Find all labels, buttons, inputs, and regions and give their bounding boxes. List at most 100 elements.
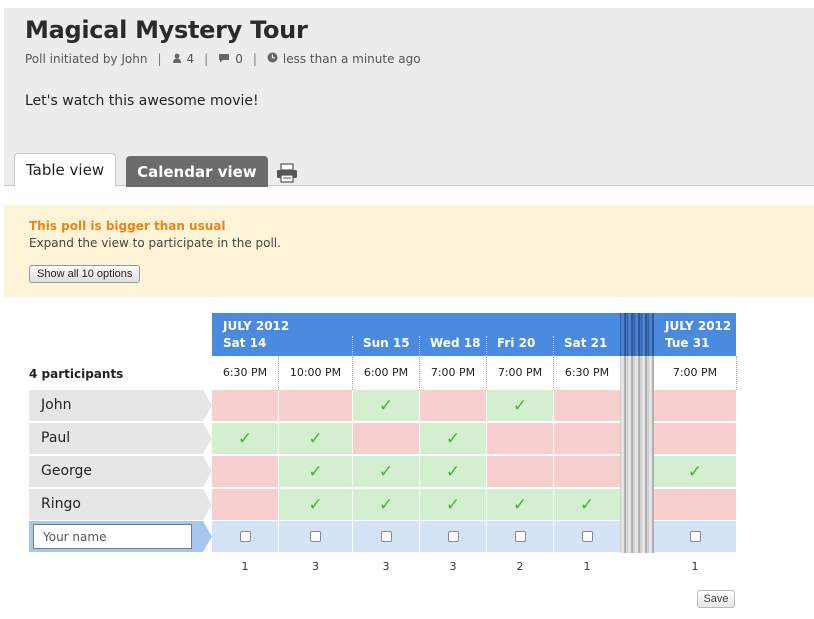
size-notice: This poll is bigger than usual Expand th… (4, 205, 814, 297)
time-label: 7:00 PM (487, 356, 553, 390)
vote-yes-cell: ✓ (353, 390, 419, 421)
checkmark-icon: ✓ (378, 494, 394, 515)
checkmark-icon: ✓ (512, 494, 528, 515)
print-icon[interactable] (276, 163, 298, 183)
date-header-last: JULY 2012 Tue 31 (654, 313, 736, 356)
vote-no-cell (487, 456, 553, 487)
vote-no-cell (279, 390, 352, 421)
time-label: 6:30 PM (212, 356, 278, 390)
time-label: 7:00 PM (654, 356, 736, 390)
vote-yes-cell: ✓ (554, 489, 620, 520)
checkmark-icon: ✓ (308, 494, 323, 515)
notice-title: This poll is bigger than usual (29, 219, 226, 233)
collapsed-columns-header (620, 313, 654, 356)
participants-count-label: 4 participants (29, 367, 124, 381)
vote-no-cell (654, 423, 736, 454)
checkmark-icon: ✓ (308, 428, 323, 449)
vote-no-cell (554, 456, 620, 487)
checkmark-icon: ✓ (237, 428, 253, 449)
tab-table-view[interactable]: Table view (14, 153, 117, 187)
vote-option-cell (279, 521, 352, 552)
date-label: Sun 15 (363, 336, 410, 350)
comment-icon (218, 53, 230, 66)
vote-checkbox[interactable] (380, 531, 392, 542)
vote-no-cell (554, 423, 620, 454)
vote-yes-cell: ✓ (487, 390, 553, 421)
vote-no-cell (487, 423, 553, 454)
vote-checkbox[interactable] (239, 531, 251, 542)
vote-option-cell (420, 521, 486, 552)
save-button[interactable]: Save (697, 590, 735, 608)
date-label: Sat 14 (223, 336, 267, 350)
comment-count: 0 (235, 52, 243, 66)
notice-text: Expand the view to participate in the po… (29, 236, 281, 250)
time-label: 6:00 PM (353, 356, 419, 390)
vote-yes-cell: ✓ (353, 489, 419, 520)
vote-no-cell (212, 456, 278, 487)
vote-checkbox[interactable] (310, 531, 321, 542)
vote-yes-cell: ✓ (420, 456, 486, 487)
vote-count: 1 (241, 560, 249, 573)
participant-name: John (29, 390, 212, 421)
vote-no-cell (212, 489, 278, 520)
vote-no-cell (212, 390, 278, 421)
vote-count: 2 (516, 560, 524, 573)
checkmark-icon: ✓ (308, 461, 323, 482)
date-label: Tue 31 (665, 336, 710, 350)
your-name-input[interactable] (33, 524, 192, 549)
participant-name: Paul (29, 423, 212, 454)
time-ago: less than a minute ago (282, 52, 421, 66)
vote-option-cell (353, 521, 419, 552)
checkmark-icon: ✓ (579, 494, 595, 515)
checkmark-icon: ✓ (512, 395, 528, 416)
poll-description: Let's watch this awesome movie! (25, 93, 259, 109)
month-label: JULY 2012 (665, 319, 732, 333)
checkmark-icon: ✓ (687, 461, 703, 482)
vote-yes-cell: ✓ (279, 489, 352, 520)
view-tabs: Table view Calendar view (14, 153, 298, 187)
date-label: Wed 18 (430, 336, 481, 350)
vote-yes-cell: ✓ (654, 456, 736, 487)
participant-count: 4 (186, 52, 195, 66)
vote-yes-cell: ✓ (279, 456, 352, 487)
vote-yes-cell: ✓ (353, 456, 419, 487)
checkmark-icon: ✓ (445, 494, 461, 515)
vote-option-cell (654, 521, 736, 552)
vote-yes-cell: ✓ (420, 423, 486, 454)
date-header-main: JULY 2012 Sat 14 Sun 15 Wed 18 Fri 20 Sa… (212, 313, 620, 356)
participant-name: Ringo (29, 489, 212, 520)
checkmark-icon: ✓ (445, 428, 461, 449)
vote-count: 1 (691, 560, 699, 573)
vote-count: 1 (583, 560, 591, 573)
poll-title: Magical Mystery Tour (25, 16, 308, 44)
vote-checkbox[interactable] (689, 531, 701, 542)
checkmark-icon: ✓ (445, 461, 461, 482)
vote-yes-cell: ✓ (212, 423, 278, 454)
vote-checkbox[interactable] (581, 531, 593, 542)
show-all-options-button[interactable]: Show all 10 options (29, 265, 141, 283)
vote-option-cell (554, 521, 620, 552)
vote-yes-cell: ✓ (487, 489, 553, 520)
vote-count: 3 (449, 560, 457, 573)
vote-yes-cell: ✓ (420, 489, 486, 520)
vote-no-cell (654, 489, 736, 520)
collapsed-columns[interactable] (620, 356, 654, 553)
time-label: 6:30 PM (554, 356, 620, 390)
month-label: JULY 2012 (223, 319, 290, 333)
vote-option-cell (487, 521, 553, 552)
vote-no-cell (353, 423, 419, 454)
vote-count: 3 (312, 560, 319, 573)
checkmark-icon: ✓ (378, 395, 394, 416)
vote-checkbox[interactable] (514, 531, 526, 542)
tab-calendar-view[interactable]: Calendar view (126, 156, 268, 187)
initiated-by: Poll initiated by John (25, 52, 148, 66)
participant-name: George (29, 456, 212, 487)
time-label: 10:00 PM (279, 356, 352, 390)
vote-yes-cell: ✓ (279, 423, 352, 454)
vote-no-cell (554, 390, 620, 421)
poll-meta: Poll initiated by John | 4 | 0 | less th… (25, 52, 421, 66)
vote-count: 3 (382, 560, 390, 573)
person-icon (172, 53, 182, 66)
vote-checkbox[interactable] (447, 531, 459, 542)
time-label: 7:00 PM (420, 356, 486, 390)
